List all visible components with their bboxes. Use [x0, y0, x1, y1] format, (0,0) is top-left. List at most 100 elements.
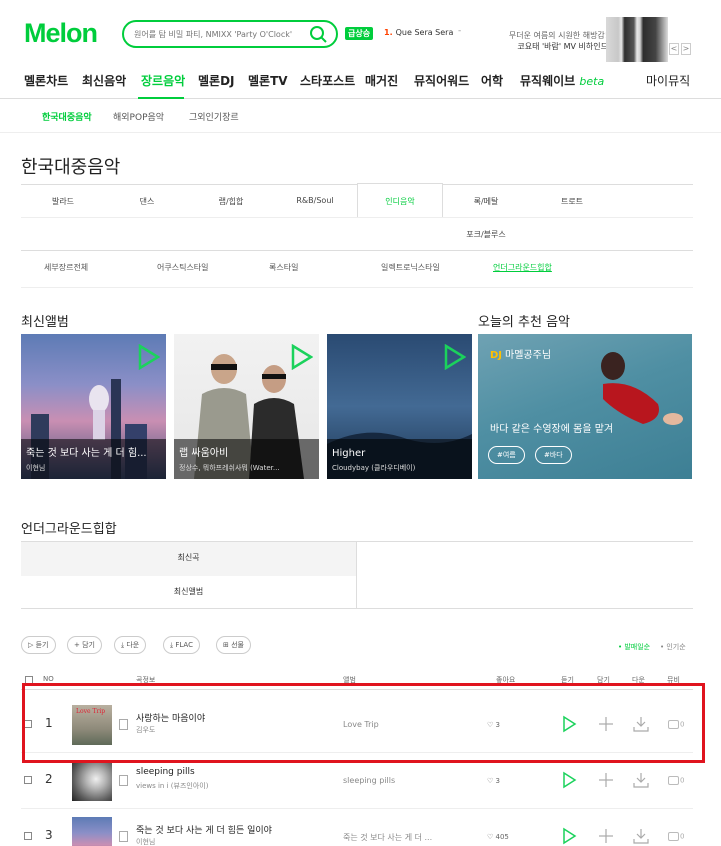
nav-award[interactable]: 뮤직어워드: [414, 72, 469, 89]
song-album[interactable]: sleeping pills: [343, 776, 395, 785]
song-info-icon[interactable]: [119, 831, 128, 842]
song-album[interactable]: 죽는 것 보다 사는 게 더 ...: [343, 832, 432, 843]
table-row[interactable]: 3 죽는 것 보다 사는 게 더 힘든 일이야 이현님 죽는 것 보다 사는 게…: [21, 809, 693, 846]
nav-latest[interactable]: 최신음악: [82, 72, 126, 89]
nav-active-indicator: [138, 97, 184, 99]
album-thumb[interactable]: [72, 761, 112, 801]
style-all[interactable]: 세부장르전체: [44, 262, 88, 273]
tab-hiphop[interactable]: 랩/힙합: [189, 196, 273, 207]
song-title[interactable]: sleeping pills: [136, 767, 195, 777]
trending-badge: 급상승: [345, 27, 374, 40]
promo-subtitle[interactable]: 무더운 여름의 시원한 해방감!: [508, 30, 608, 41]
promo-next-button[interactable]: >: [681, 43, 691, 55]
trending-rank[interactable]: 1. Que Sera Sera: [384, 28, 453, 37]
promo-prev-button[interactable]: <: [669, 43, 679, 55]
row-checkbox[interactable]: [24, 776, 32, 784]
row-rank: 2: [45, 772, 53, 786]
subnav-korean[interactable]: 한국대중음악: [42, 110, 92, 123]
recommend-card[interactable]: DJ 마멜공주님 바다 같은 수영장에 몸을 맡겨 #여름 #바다: [478, 334, 692, 479]
download-icon[interactable]: [632, 827, 650, 845]
nav-tv[interactable]: 멜론TV: [248, 72, 288, 89]
download-icon[interactable]: [632, 771, 650, 789]
nav-starpost[interactable]: 스타포스트: [300, 72, 355, 89]
play-icon[interactable]: [444, 344, 466, 370]
recommend-text[interactable]: 바다 같은 수영장에 몸을 맡겨: [490, 420, 613, 435]
recommend-dj[interactable]: DJ 마멜공주님: [490, 346, 551, 361]
style-electronic[interactable]: 일렉트로닉스타일: [381, 262, 440, 273]
dj-name: 마멜공주님: [505, 350, 552, 361]
album-card[interactable]: 랩 싸움아비 정상수, 뭐하프레쉬사뭐 (Water...: [174, 334, 319, 479]
mv-button[interactable]: 0: [668, 776, 684, 785]
download-button[interactable]: ⤓ 다운: [114, 636, 147, 654]
rank-number: 1.: [384, 28, 393, 37]
play-icon[interactable]: [560, 771, 578, 789]
song-artist[interactable]: views in i (뷰즈인아이): [136, 781, 208, 791]
album-caption: [327, 439, 472, 479]
style-underground-hiphop[interactable]: 언더그라운드힙합: [493, 262, 552, 273]
like-count: 405: [495, 833, 509, 841]
add-button[interactable]: + 담기: [67, 636, 102, 654]
add-icon[interactable]: [597, 827, 615, 845]
add-icon[interactable]: [597, 771, 615, 789]
nav-dj[interactable]: 멜론DJ: [198, 72, 235, 89]
album-artist[interactable]: Cloudybay (클라우디베이): [332, 463, 467, 473]
search-box[interactable]: [122, 20, 338, 48]
nav-language[interactable]: 어학: [481, 72, 503, 89]
tab-latest-songs[interactable]: 최신곡: [21, 542, 357, 576]
mv-button[interactable]: 0: [668, 832, 684, 841]
tab-latest-albums[interactable]: 최신앨범: [21, 576, 357, 609]
style-divider: [21, 287, 693, 288]
sort-popular[interactable]: • 인기순: [660, 642, 686, 652]
play-icon[interactable]: [560, 827, 578, 845]
page-title: 한국대중음악: [21, 157, 121, 178]
recommend-tag[interactable]: #바다: [535, 446, 572, 464]
search-input[interactable]: [134, 26, 302, 42]
style-acoustic[interactable]: 어쿠스틱스타일: [157, 262, 209, 273]
album-artist[interactable]: 정상수, 뭐하프레쉬사뭐 (Water...: [179, 463, 314, 473]
tab-folk[interactable]: 포크/블루스: [443, 229, 529, 240]
nav-musicwave[interactable]: 뮤직웨이브 beta: [520, 72, 604, 89]
album-title[interactable]: 죽는 것 보다 사는 게 더 힘...: [26, 444, 161, 459]
listen-button[interactable]: ▷ 듣기: [21, 636, 56, 654]
search-icon[interactable]: [309, 25, 327, 43]
nav-mymusic[interactable]: 마이뮤직: [646, 72, 690, 89]
style-rock[interactable]: 록스타일: [269, 262, 298, 273]
promo-image[interactable]: [606, 17, 668, 62]
play-icon[interactable]: [291, 344, 313, 370]
album-card[interactable]: Higher Cloudybay (클라우디베이): [327, 334, 472, 479]
flac-button[interactable]: ⤓ FLAC: [163, 636, 200, 654]
album-thumb[interactable]: [72, 817, 112, 846]
tab-rnb[interactable]: R&B/Soul: [273, 196, 357, 205]
sort-release[interactable]: • 발매일순: [618, 642, 650, 652]
tab-trot[interactable]: 트로트: [529, 196, 615, 207]
nav-magazine[interactable]: 매거진: [365, 72, 398, 89]
song-artist[interactable]: 이현님: [136, 837, 155, 846]
tab-ballad[interactable]: 발라드: [21, 196, 105, 207]
subnav-pop[interactable]: 해외POP음악: [113, 110, 164, 123]
album-title[interactable]: Higher: [332, 448, 467, 459]
beta-label: beta: [579, 75, 605, 88]
nav-divider: [0, 98, 721, 99]
album-artist[interactable]: 이현님: [26, 463, 161, 473]
play-icon[interactable]: [138, 344, 160, 370]
melon-logo[interactable]: Melon: [24, 18, 98, 49]
subnav-other[interactable]: 그외인기장르: [189, 110, 239, 123]
like-button[interactable]: ♡ 405: [487, 833, 509, 841]
tab-dance[interactable]: 댄스: [105, 196, 189, 207]
mv-icon: [668, 832, 679, 841]
tab-rock[interactable]: 록/메탈: [443, 196, 529, 207]
promo-title[interactable]: 코요태 '바람' MV 비하인드: [508, 41, 608, 52]
song-title[interactable]: 죽는 것 보다 사는 게 더 힘든 일이야: [136, 823, 272, 836]
like-button[interactable]: ♡ 3: [487, 777, 500, 785]
latest-album-heading: 최신앨범: [21, 315, 69, 330]
tab-indie[interactable]: 인디음악: [357, 196, 443, 207]
nav-genre[interactable]: 장르음악: [141, 72, 185, 89]
row-checkbox[interactable]: [24, 832, 32, 840]
genre-tabs-divider: [21, 217, 693, 218]
album-card[interactable]: 죽는 것 보다 사는 게 더 힘... 이현님: [21, 334, 166, 479]
gift-button[interactable]: ⊞ 선물: [216, 636, 251, 654]
recommend-tag[interactable]: #여름: [488, 446, 525, 464]
song-info-icon[interactable]: [119, 775, 128, 786]
album-title[interactable]: 랩 싸움아비: [179, 444, 314, 459]
nav-chart[interactable]: 멜론차트: [24, 72, 68, 89]
